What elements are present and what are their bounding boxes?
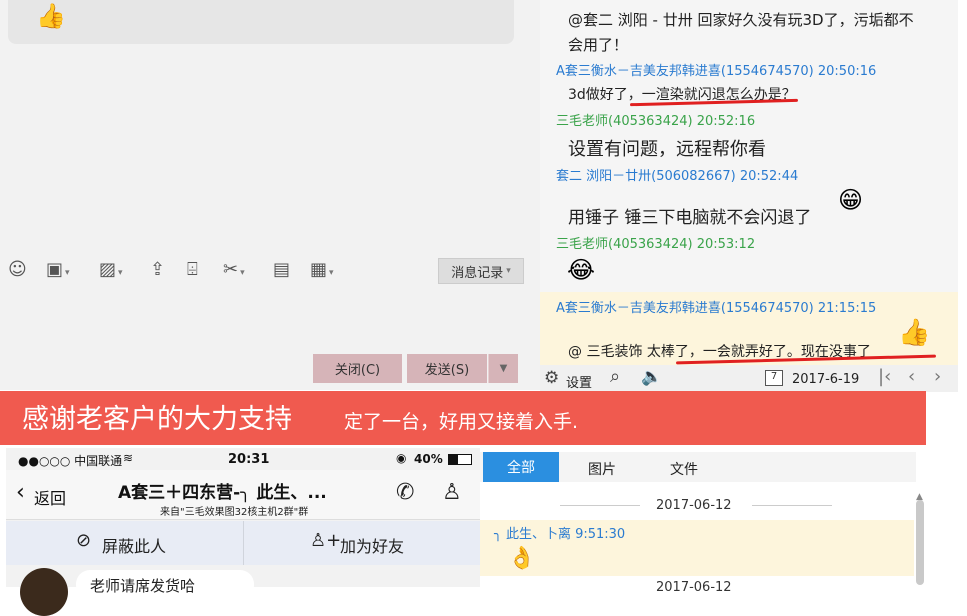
message-sender: A套三衡水－吉美友邦韩进喜(1554674570) 20:50:16 bbox=[556, 64, 877, 79]
image-icon[interactable]: ▨ ▾ bbox=[99, 259, 123, 280]
message-text: 设置有问题，远程帮你看 bbox=[568, 139, 766, 160]
red-packet-icon[interactable]: ▤ bbox=[273, 259, 290, 280]
send-options-chevron-icon[interactable]: ▼ bbox=[488, 354, 518, 383]
battery-percent: 40% bbox=[414, 452, 443, 466]
contact-actions-bar: ⊘ 屏蔽此人 ♙+ 加为好友 bbox=[6, 521, 480, 565]
tab-all[interactable]: 全部 bbox=[483, 452, 559, 482]
clock-label: 20:31 bbox=[228, 452, 270, 467]
banner-sub-text: 定了一台，好用又接着入手. bbox=[344, 411, 579, 433]
lock-rotation-icon: ◉ bbox=[396, 451, 407, 465]
wifi-icon: ≋ bbox=[123, 451, 134, 465]
scrollbar[interactable] bbox=[916, 500, 924, 585]
input-panel bbox=[0, 0, 540, 390]
message-sender: A套三衡水－吉美友邦韩进喜(1554674570) 21:15:15 bbox=[556, 301, 877, 316]
message-text: 用锤子 锤三下电脑就不会闪退了 bbox=[568, 208, 812, 228]
calendar-icon[interactable]: 7 bbox=[765, 370, 783, 386]
grinning-emoji: 😁 bbox=[838, 186, 864, 214]
more-icon[interactable]: ▦ ▾ bbox=[310, 259, 334, 280]
previous-message-bubble bbox=[8, 0, 514, 44]
previous-page-icon[interactable]: ‹ bbox=[908, 366, 915, 387]
volume-icon[interactable]: 🔈 bbox=[641, 367, 662, 387]
emoji-icon[interactable]: ☺ bbox=[8, 259, 27, 280]
tab-images[interactable]: 图片 bbox=[588, 459, 616, 479]
settings-label[interactable]: 设置 bbox=[566, 372, 592, 391]
video-icon[interactable]: ▣ ▾ bbox=[46, 259, 70, 280]
message-sender: 三毛老师(405363424) 20:53:12 bbox=[556, 237, 756, 252]
gift-icon[interactable]: ⌹ bbox=[187, 259, 198, 280]
block-label: 屏蔽此人 bbox=[102, 537, 167, 556]
battery-icon bbox=[448, 454, 472, 465]
date-divider: 2017-06-12 bbox=[656, 580, 732, 595]
gear-icon[interactable]: ⚙ bbox=[544, 368, 559, 388]
message-sender: 套二 浏阳－廿卅(506082667) 20:52:44 bbox=[556, 169, 799, 184]
search-icon[interactable]: ⌕ bbox=[610, 366, 620, 387]
thumbs-up-emoji: 👍 bbox=[36, 2, 66, 30]
message-preview-text: 老师请席发货哈 bbox=[90, 577, 196, 595]
back-chevron-icon[interactable]: ‹ bbox=[16, 480, 25, 505]
scissors-icon[interactable]: ✂ ▾ bbox=[223, 259, 245, 280]
add-friend-label: 加为好友 bbox=[340, 537, 405, 556]
first-page-icon[interactable]: |‹ bbox=[878, 366, 891, 387]
chat-bottom-bar bbox=[540, 365, 958, 392]
next-page-icon[interactable]: › bbox=[934, 366, 941, 387]
add-friend-icon: ♙+ bbox=[310, 530, 342, 551]
date-divider-line bbox=[752, 505, 832, 506]
close-button[interactable]: 关闭(C) bbox=[313, 354, 402, 383]
banner-main-text: 感谢老客户的大力支持 bbox=[22, 404, 292, 435]
send-button[interactable]: 发送(S) bbox=[407, 354, 487, 383]
block-icon: ⊘ bbox=[76, 530, 92, 551]
tab-files[interactable]: 文件 bbox=[670, 459, 698, 479]
message-history-button[interactable]: 消息记录 ▾ bbox=[438, 258, 524, 284]
phone-call-icon[interactable]: ✆ bbox=[396, 480, 414, 505]
message-sender: 三毛老师(405363424) 20:52:16 bbox=[556, 114, 756, 129]
phone-status-bar: ●●○○○ 中国联通 ≋ 20:31 ◉ 40% bbox=[6, 448, 480, 470]
upload-icon[interactable]: ⇪ bbox=[150, 259, 165, 280]
message-sender: ╮ 此生、卜离 9:51:30 bbox=[494, 527, 626, 542]
profile-icon[interactable]: ♙ bbox=[442, 480, 462, 505]
message-text: 会用了！ bbox=[568, 36, 629, 54]
date-divider-line bbox=[560, 505, 640, 506]
chat-subtitle: 来自"三毛效果图32核主机2群"群 bbox=[160, 507, 309, 518]
message-text: @套二 浏阳 - 廿卅 回家好久没有玩3D了，污垢都不 bbox=[568, 11, 914, 29]
thumbs-up-emoji: 👍 bbox=[898, 318, 931, 348]
laughing-emoji: 😂 bbox=[567, 256, 596, 284]
avatar bbox=[20, 568, 68, 616]
chat-title: A套三＋四东营-╮ 此生、... bbox=[118, 483, 327, 503]
date-display[interactable]: 2017-6-19 bbox=[792, 372, 859, 387]
carrier-label: ●●○○○ 中国联通 bbox=[18, 454, 123, 468]
ok-hand-emoji: 👌 bbox=[508, 546, 536, 571]
date-divider: 2017-06-12 bbox=[656, 498, 732, 513]
back-label[interactable]: 返回 bbox=[34, 485, 66, 509]
phone-navigation-bar: ‹ 返回 A套三＋四东营-╮ 此生、... 来自"三毛效果图32核主机2群"群 … bbox=[6, 470, 480, 520]
